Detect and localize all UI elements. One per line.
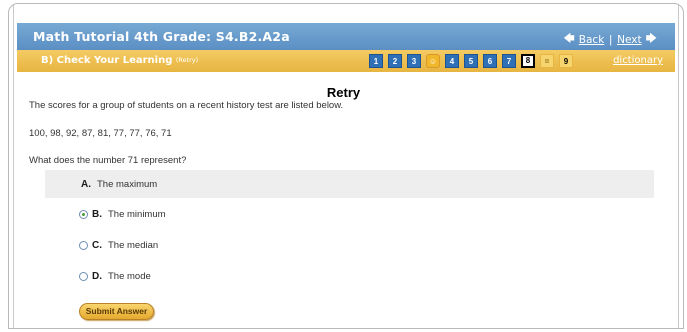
choice-a-letter: A. [81, 178, 91, 190]
section-label: B) Check Your Learning [41, 55, 173, 66]
choice-c-text: The median [108, 239, 159, 251]
nav-separator: | [609, 33, 613, 46]
page-button-6[interactable]: 6 [483, 54, 497, 68]
choice-d-letter: D. [92, 270, 102, 282]
section-bar: B) Check Your Learning (Retry) 1 2 3 ☺ 4… [17, 50, 675, 72]
question-text: What does the number 71 represent? [29, 155, 187, 166]
page-button-current[interactable]: 8 [521, 54, 535, 68]
retry-tag: (Retry) [175, 56, 199, 64]
equals-page-icon[interactable]: = [540, 54, 554, 68]
choice-b[interactable]: B. The minimum [45, 200, 654, 228]
section-title: B) Check Your Learning (Retry) [41, 55, 198, 66]
submit-answer-button[interactable]: Submit Answer [79, 303, 154, 320]
page-button-3[interactable]: 3 [407, 54, 421, 68]
page-button-7[interactable]: 7 [502, 54, 516, 68]
page-button-2[interactable]: 2 [388, 54, 402, 68]
choice-b-radio[interactable] [79, 209, 88, 219]
question-intro: The scores for a group of students on a … [29, 100, 344, 111]
choice-b-letter: B. [92, 208, 102, 220]
choice-b-text: The minimum [108, 208, 166, 220]
page-button-5[interactable]: 5 [464, 54, 478, 68]
choice-a[interactable]: A. The maximum [45, 170, 654, 198]
choice-d-text: The mode [108, 270, 151, 282]
page-title: Math Tutorial 4th Grade: S4.B2.A2a [33, 29, 290, 44]
back-link[interactable]: Back [579, 34, 605, 46]
title-bar: Math Tutorial 4th Grade: S4.B2.A2a 🡄 Bac… [17, 23, 675, 50]
next-link[interactable]: Next [617, 34, 641, 46]
retry-heading: Retry [326, 85, 361, 100]
choice-c-radio[interactable] [79, 240, 88, 250]
choice-d[interactable]: D. The mode [45, 262, 654, 290]
back-arrow-icon[interactable]: 🡄 [563, 30, 574, 49]
choice-a-text: The maximum [97, 178, 158, 190]
page-button-1[interactable]: 1 [369, 54, 383, 68]
page-selector: 1 2 3 ☺ 4 5 6 7 8 = 9 [369, 54, 578, 68]
choice-c-letter: C. [92, 239, 102, 251]
choice-d-radio[interactable] [79, 271, 88, 281]
score-list: 100, 98, 92, 87, 81, 77, 77, 76, 71 [29, 128, 172, 139]
dictionary-link[interactable]: dictionary [613, 55, 663, 66]
page-button-4[interactable]: 4 [445, 54, 459, 68]
choice-c[interactable]: C. The median [45, 231, 654, 259]
smiley-page-icon[interactable]: ☺ [426, 54, 440, 68]
navigation: 🡄 Back | Next 🡆 [559, 30, 661, 49]
page-button-9[interactable]: 9 [559, 54, 573, 68]
next-arrow-icon[interactable]: 🡆 [646, 30, 657, 49]
